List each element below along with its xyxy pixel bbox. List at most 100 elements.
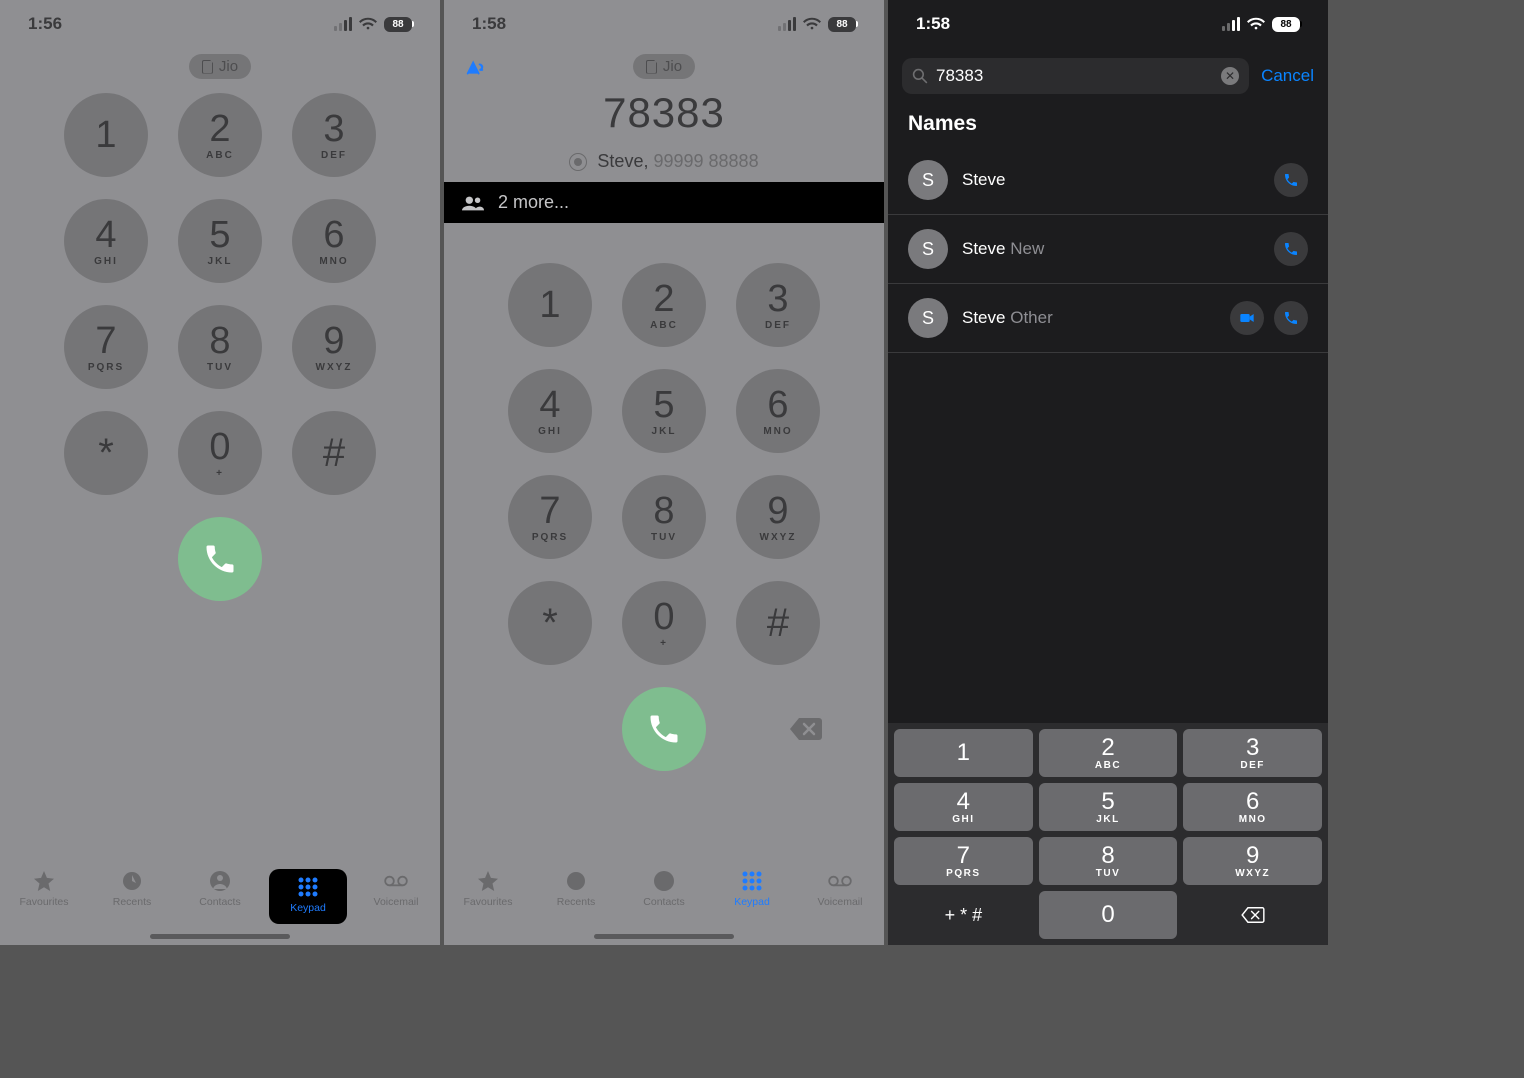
key-letters: JKL [1096,814,1119,825]
keyboard-key-8[interactable]: 8TUV [1039,837,1178,885]
search-input[interactable] [936,66,1213,86]
phone-call-button[interactable] [1274,163,1308,197]
keypad-grid: 1 2ABC 3DEF 4GHI 5JKL 6MNO 7PQRS 8TUV 9WXYZ * 0+ # [0,93,440,495]
tab-recents[interactable]: Recents [93,869,171,908]
key-letters: MNO [319,256,348,267]
search-row: ✕ Cancel [888,44,1328,102]
key-digit: 2 [209,110,230,148]
result-row[interactable]: SSteve [888,146,1328,215]
keyboard-key-4[interactable]: 4GHI [894,783,1033,831]
phone-icon [1283,310,1299,326]
carrier-name: Jio [219,58,238,75]
key-digit: 3 [1246,736,1259,760]
tab-recents[interactable]: Recents [537,869,615,908]
more-suggestions-row[interactable]: 2 more... [444,182,884,223]
search-icon [912,68,928,84]
keyboard-key-9[interactable]: 9WXYZ [1183,837,1322,885]
signal-icon [1222,17,1240,31]
keypad-key-8[interactable]: 8TUV [178,305,262,389]
keypad-key-#[interactable]: # [736,581,820,665]
keypad-key-5[interactable]: 5JKL [178,199,262,283]
key-digit: 2 [1101,736,1114,760]
video-call-button[interactable] [1230,301,1264,335]
call-button[interactable] [178,517,262,601]
keypad-key-#[interactable]: # [292,411,376,495]
keypad-key-3[interactable]: 3DEF [736,263,820,347]
phone-icon [646,711,682,747]
tab-favourites[interactable]: Favourites [449,869,527,908]
keypad-key-0[interactable]: 0+ [622,581,706,665]
keyboard-key-6[interactable]: 6MNO [1183,783,1322,831]
keypad-key-2[interactable]: 2ABC [622,263,706,347]
voicemail-icon [383,869,409,893]
keyboard-key-2[interactable]: 2ABC [1039,729,1178,777]
keyboard-key-0[interactable]: 0 [1039,891,1178,939]
key-letters: DEF [321,150,347,161]
key-digit: * [98,433,114,473]
keypad-key-4[interactable]: 4GHI [64,199,148,283]
keypad-key-9[interactable]: 9WXYZ [292,305,376,389]
key-digit: 7 [957,844,970,868]
key-letters: PQRS [88,362,124,373]
keypad-key-8[interactable]: 8TUV [622,475,706,559]
carrier-chip[interactable]: Jio [633,54,695,79]
home-indicator[interactable] [150,934,290,939]
result-row[interactable]: SSteve Other [888,284,1328,353]
cancel-button[interactable]: Cancel [1261,66,1314,86]
keyboard-key-3[interactable]: 3DEF [1183,729,1322,777]
section-header-names: Names [888,102,1328,146]
tab-voicemail[interactable]: Voicemail [801,869,879,908]
keypad-key-0[interactable]: 0+ [178,411,262,495]
carrier-chip[interactable]: Jio [189,54,251,79]
keypad-key-6[interactable]: 6MNO [292,199,376,283]
dial-row [444,687,884,771]
keypad-key-7[interactable]: 7PQRS [64,305,148,389]
video-icon [1239,310,1255,326]
keypad-key-*[interactable]: * [64,411,148,495]
wifi-icon [359,17,377,31]
people-icon [462,195,484,211]
suggestion-row[interactable]: Steve, 99999 88888 [444,151,884,172]
home-indicator[interactable] [594,934,734,939]
search-field[interactable]: ✕ [902,58,1249,94]
star-icon [31,869,57,893]
wifi-icon [1247,17,1265,31]
phone-call-button[interactable] [1274,232,1308,266]
keyboard-key-7[interactable]: 7PQRS [894,837,1033,885]
key-letters: WXYZ [1235,868,1270,879]
battery-icon: 88 [828,17,856,32]
keypad-key-5[interactable]: 5JKL [622,369,706,453]
key-digit: 0 [209,428,230,466]
keypad-key-9[interactable]: 9WXYZ [736,475,820,559]
keyboard-backspace-key[interactable] [1183,891,1322,939]
clear-button[interactable]: ✕ [1221,67,1239,85]
tab-keypad[interactable]: Keypad [269,869,347,924]
keypad-key-6[interactable]: 6MNO [736,369,820,453]
keypad-key-*[interactable]: * [508,581,592,665]
keyboard-key-5[interactable]: 5JKL [1039,783,1178,831]
backspace-button[interactable] [788,716,824,742]
result-row[interactable]: SSteve New [888,215,1328,284]
phone-call-button[interactable] [1274,301,1308,335]
keypad-key-3[interactable]: 3DEF [292,93,376,177]
keypad-key-1[interactable]: 1 [508,263,592,347]
tab-contacts[interactable]: Contacts [181,869,259,908]
call-button[interactable] [622,687,706,771]
tab-contacts[interactable]: Contacts [625,869,703,908]
clock-icon [563,869,589,893]
key-letters: DEF [765,320,791,331]
phone-icon [202,541,238,577]
tab-keypad[interactable]: Keypad [713,869,791,908]
key-letters: DEF [1240,760,1265,771]
tab-favourites[interactable]: Favourites [5,869,83,908]
key-digit: 2 [653,280,674,318]
key-digit: 8 [209,322,230,360]
tab-voicemail[interactable]: Voicemail [357,869,435,908]
keyboard-symbols-key[interactable]: + * # [894,891,1033,939]
keypad-key-7[interactable]: 7PQRS [508,475,592,559]
backspace-icon [1240,905,1266,925]
keyboard-key-1[interactable]: 1 [894,729,1033,777]
keypad-key-4[interactable]: 4GHI [508,369,592,453]
keypad-key-1[interactable]: 1 [64,93,148,177]
keypad-key-2[interactable]: 2ABC [178,93,262,177]
